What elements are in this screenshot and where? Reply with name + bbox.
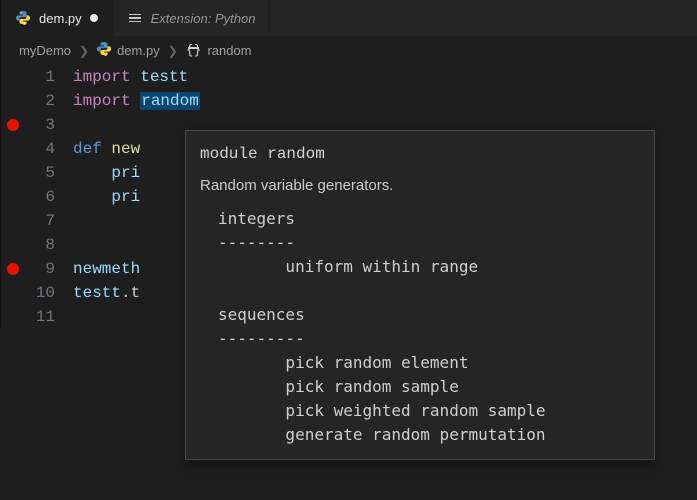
- token: random: [140, 92, 200, 110]
- tab-label: Extension: Python: [151, 11, 256, 26]
- token: def: [73, 140, 102, 158]
- token: [73, 164, 111, 182]
- line-number: 11: [25, 305, 55, 329]
- line-number: 4: [25, 137, 55, 161]
- hover-description: Random variable generators.: [200, 173, 640, 199]
- line-number: 7: [25, 209, 55, 233]
- tab-extension-python[interactable]: Extension: Python: [113, 0, 271, 36]
- tab-bar: dem.py Extension: Python: [0, 0, 697, 36]
- breakpoint-icon[interactable]: [7, 119, 19, 131]
- tab-label: dem.py: [39, 11, 82, 26]
- tab-dem-py[interactable]: dem.py: [1, 0, 113, 36]
- python-icon: [15, 10, 31, 26]
- hover-signature: module random: [200, 141, 640, 167]
- token: newmeth: [73, 260, 140, 278]
- hover-body: integers -------- uniform within range s…: [218, 207, 640, 447]
- line-number: 8: [25, 233, 55, 257]
- token: [102, 140, 112, 158]
- line-number: 6: [25, 185, 55, 209]
- token: testt: [140, 68, 188, 86]
- line-number: 2: [25, 89, 55, 113]
- token: [131, 68, 141, 86]
- breakpoint-icon[interactable]: [7, 263, 19, 275]
- token: new: [111, 140, 140, 158]
- breadcrumb-item-symbol[interactable]: {} random: [186, 43, 252, 58]
- breadcrumb-item-file[interactable]: dem.py: [97, 42, 160, 59]
- line-number: 9: [25, 257, 55, 281]
- chevron-right-icon: ❯: [79, 44, 89, 58]
- line-number: 3: [25, 113, 55, 137]
- token: [73, 188, 111, 206]
- chevron-right-icon: ❯: [168, 44, 178, 58]
- glyph-margin[interactable]: [1, 65, 25, 329]
- line-number: 1: [25, 65, 55, 89]
- token: import: [73, 68, 131, 86]
- token: pri: [111, 188, 140, 206]
- breadcrumb-label: myDemo: [19, 43, 71, 58]
- breadcrumb-label: random: [207, 43, 251, 58]
- python-icon: [97, 42, 111, 59]
- code-line[interactable]: import random: [73, 89, 697, 113]
- breadcrumb-label: dem.py: [117, 43, 160, 58]
- line-number: 5: [25, 161, 55, 185]
- token: .t: [121, 284, 140, 302]
- token: [131, 92, 141, 110]
- line-number-gutter: 1234567891011: [25, 65, 73, 329]
- unsaved-indicator-icon: [90, 14, 98, 22]
- token: pri: [111, 164, 140, 182]
- namespace-icon: {}: [186, 43, 202, 58]
- breadcrumb: myDemo ❯ dem.py ❯ {} random: [0, 36, 697, 65]
- line-number: 10: [25, 281, 55, 305]
- breadcrumb-item-folder[interactable]: myDemo: [19, 43, 71, 58]
- code-line[interactable]: import testt: [73, 65, 697, 89]
- list-icon: [127, 10, 143, 26]
- token: import: [73, 92, 131, 110]
- token: testt: [73, 284, 121, 302]
- hover-tooltip: module random Random variable generators…: [185, 130, 655, 460]
